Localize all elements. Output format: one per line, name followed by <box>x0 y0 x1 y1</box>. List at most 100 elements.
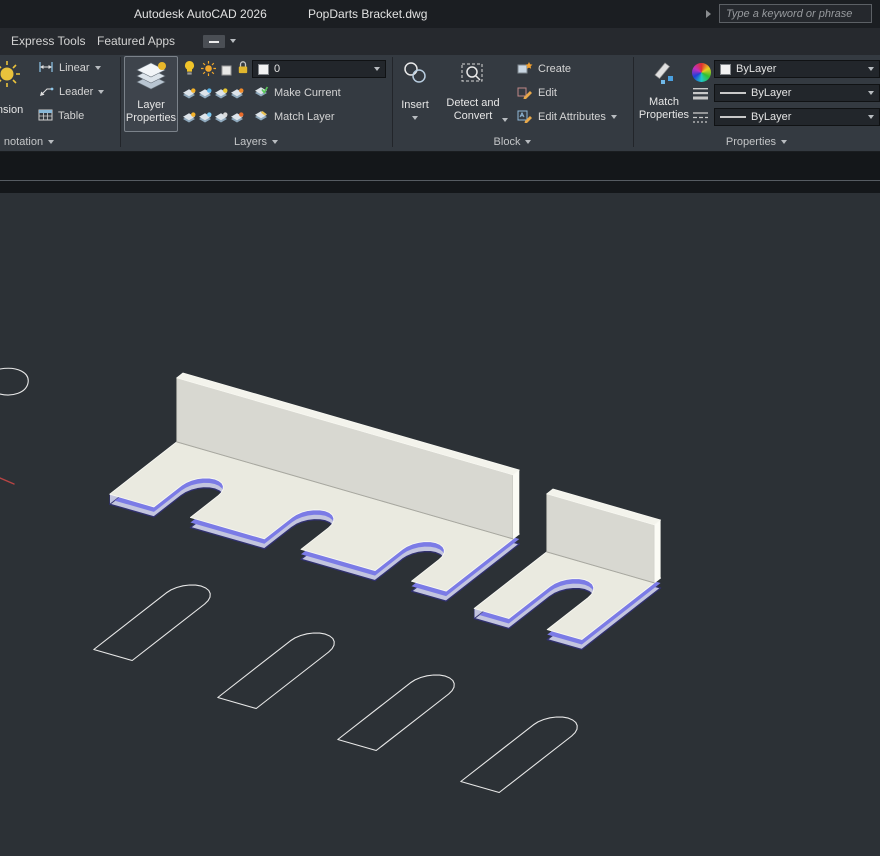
minimize-ribbon-icon <box>209 40 219 43</box>
chevron-down-icon <box>272 140 279 144</box>
document-title: PopDarts Bracket.dwg <box>308 7 428 21</box>
layer-properties-button[interactable]: Layer Properties <box>124 56 178 132</box>
search-input[interactable] <box>719 4 872 23</box>
match-properties-label-2: Properties <box>638 109 690 121</box>
tab-express-tools[interactable]: Express Tools <box>11 34 85 48</box>
layer-tool-icon[interactable] <box>214 110 228 128</box>
edge-fragments <box>0 367 29 485</box>
dimension-icon <box>0 60 21 96</box>
linear-label: Linear <box>59 62 90 74</box>
search-arrow-icon[interactable] <box>706 10 711 18</box>
chevron-down-icon <box>502 118 508 122</box>
dimension-button[interactable]: ension <box>0 57 30 131</box>
make-current-button[interactable]: Make Current <box>254 86 341 100</box>
match-layer-label: Match Layer <box>274 111 335 123</box>
leader-label: Leader <box>59 86 94 98</box>
layer-tool-icon[interactable] <box>198 110 212 128</box>
chevron-down-icon <box>374 67 380 71</box>
edit-block-icon <box>517 85 533 102</box>
linear-button[interactable]: Linear <box>38 61 101 75</box>
lineweight-select[interactable]: ByLayer <box>714 84 880 102</box>
layer-tool-icon[interactable] <box>230 110 244 128</box>
edit-attributes-icon <box>517 109 533 126</box>
annotation-panel-label[interactable]: notation <box>0 136 58 148</box>
layer-properties-label-1: Layer <box>137 99 165 111</box>
panel-separator <box>392 57 393 147</box>
layer-tool-icon[interactable] <box>198 86 212 104</box>
properties-panel-label[interactable]: Properties <box>633 136 880 148</box>
lineweight-sample <box>720 92 746 94</box>
chevron-down-icon <box>48 140 55 144</box>
linetype-sample <box>720 116 746 118</box>
linetype-icon[interactable] <box>692 111 709 129</box>
object-color-swatch <box>720 63 731 75</box>
chevron-down-icon <box>94 66 101 70</box>
annotation-panel-label-text: notation <box>3 136 44 148</box>
lineweight-icon[interactable] <box>692 87 709 105</box>
make-current-label: Make Current <box>274 87 341 99</box>
detect-convert-label-1: Detect and <box>446 97 500 109</box>
color-wheel-icon[interactable] <box>692 63 711 82</box>
linear-dimension-icon <box>38 61 54 76</box>
layer-lock-icon[interactable] <box>237 60 249 80</box>
match-properties-button[interactable]: Match Properties <box>638 57 690 131</box>
match-properties-icon <box>651 60 677 90</box>
object-color-select[interactable]: ByLayer <box>714 60 880 78</box>
layer-swatch-icon[interactable] <box>221 63 232 81</box>
tab-featured-apps[interactable]: Featured Apps <box>97 34 175 48</box>
chevron-down-icon <box>868 91 874 95</box>
layer-tool-icon[interactable] <box>182 110 196 128</box>
leader-icon <box>38 85 54 100</box>
create-block-button[interactable]: Create <box>517 61 572 78</box>
linetype-value: ByLayer <box>751 111 792 123</box>
edit-attributes-button[interactable]: Edit Attributes <box>517 110 617 124</box>
layers-panel-label[interactable]: Layers <box>120 136 392 148</box>
layers-panel-label-text: Layers <box>233 136 268 148</box>
title-bar: Autodesk AutoCAD 2026 PopDarts Bracket.d… <box>0 0 880 28</box>
chevron-down-icon <box>868 115 874 119</box>
layer-tool-icon[interactable] <box>214 86 228 104</box>
table-button[interactable]: Table <box>38 109 84 123</box>
layer-properties-icon <box>133 60 169 94</box>
layer-color-swatch <box>258 63 269 75</box>
detect-convert-label-2: Convert <box>453 110 493 122</box>
match-properties-label-1: Match <box>649 96 679 108</box>
app-title: Autodesk AutoCAD 2026 <box>134 7 267 21</box>
object-color-value: ByLayer <box>736 63 777 75</box>
table-label: Table <box>58 110 85 122</box>
create-block-label: Create <box>538 63 572 75</box>
chevron-down-icon <box>412 116 418 120</box>
layer-tool-icon[interactable] <box>182 86 196 104</box>
chevron-down-icon <box>610 115 617 119</box>
dimension-label: ension <box>0 104 24 116</box>
leader-button[interactable]: Leader <box>38 85 105 100</box>
block-panel-label[interactable]: Block <box>392 136 633 148</box>
drawing-canvas[interactable] <box>0 193 880 856</box>
layer-thaw-sun-icon[interactable] <box>201 61 216 81</box>
detect-convert-button[interactable]: Detect and Convert <box>436 57 510 131</box>
drawing-viewport[interactable] <box>0 193 880 856</box>
match-layer-icon <box>254 110 269 125</box>
match-layer-button[interactable]: Match Layer <box>254 110 335 124</box>
insert-block-button[interactable]: Insert <box>398 57 432 131</box>
viewport-top-border <box>0 180 880 181</box>
chevron-down-icon[interactable] <box>230 39 236 43</box>
table-icon <box>38 109 53 124</box>
layer-select[interactable]: 0 <box>252 60 386 78</box>
insert-block-icon <box>402 60 428 90</box>
layer-tool-icon[interactable] <box>230 86 244 104</box>
edit-block-button[interactable]: Edit <box>517 86 557 100</box>
edit-attributes-label: Edit Attributes <box>538 111 606 123</box>
ribbon: ension Linear Leader <box>0 55 880 152</box>
ribbon-display-toggle[interactable] <box>203 35 225 48</box>
layer-select-value: 0 <box>274 63 281 75</box>
linetype-select[interactable]: ByLayer <box>714 108 880 126</box>
chevron-down-icon <box>868 67 874 71</box>
chevron-down-icon <box>781 140 788 144</box>
autocad-window: Autodesk AutoCAD 2026 PopDarts Bracket.d… <box>0 0 880 856</box>
block-panel-label-text: Block <box>493 136 521 148</box>
detect-convert-icon <box>460 60 486 90</box>
chevron-down-icon <box>525 140 532 144</box>
layer-on-off-icon[interactable] <box>183 60 196 81</box>
create-block-icon <box>517 61 533 78</box>
